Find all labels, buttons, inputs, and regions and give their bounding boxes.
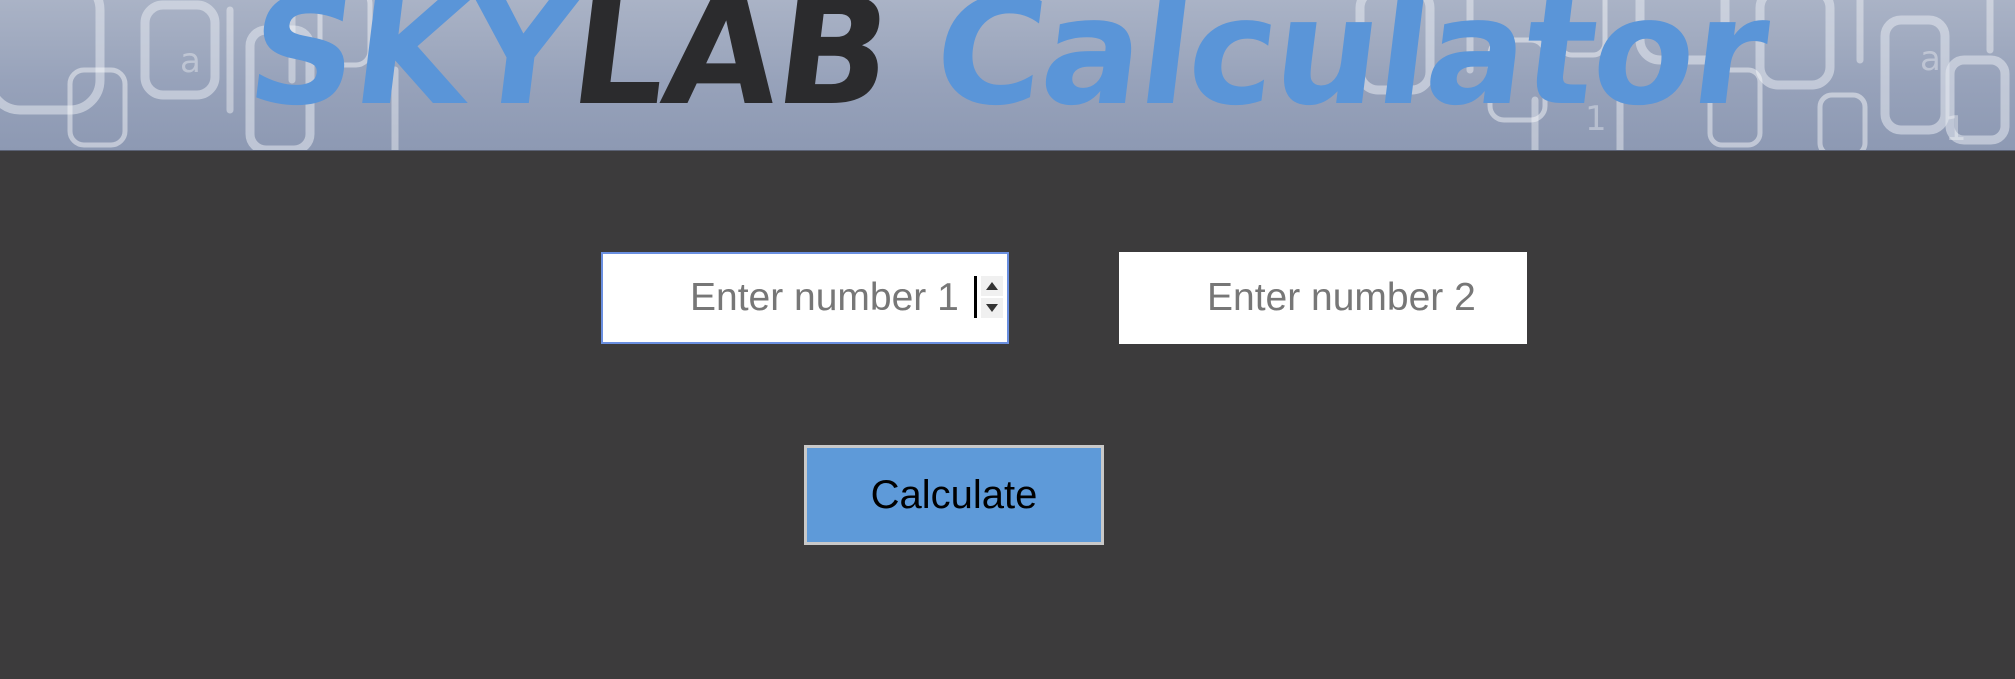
title-sky: SKY — [239, 0, 584, 138]
calculate-button[interactable]: Calculate — [804, 445, 1104, 545]
header-banner: a 1 a 1 SKYLAB Calculator — [0, 0, 2015, 151]
spinner-up-arrow-icon[interactable] — [981, 276, 1003, 296]
number-1-input[interactable]: Enter number 1 — [601, 252, 1009, 344]
number-2-input[interactable]: Enter number 2 — [1119, 252, 1527, 344]
title-calculator: Calculator — [925, 0, 1776, 138]
app-title: SKYLAB Calculator — [0, 0, 2015, 138]
number-1-placeholder: Enter number 1 — [690, 276, 959, 319]
page: a 1 a 1 SKYLAB Calculator Enter number 1 … — [0, 0, 2015, 679]
spinner-down-arrow-icon[interactable] — [981, 298, 1003, 318]
text-caret — [974, 276, 977, 318]
number-1-spinner[interactable] — [981, 276, 1003, 318]
number-2-placeholder: Enter number 2 — [1207, 276, 1476, 319]
title-lab: LAB — [562, 0, 899, 138]
